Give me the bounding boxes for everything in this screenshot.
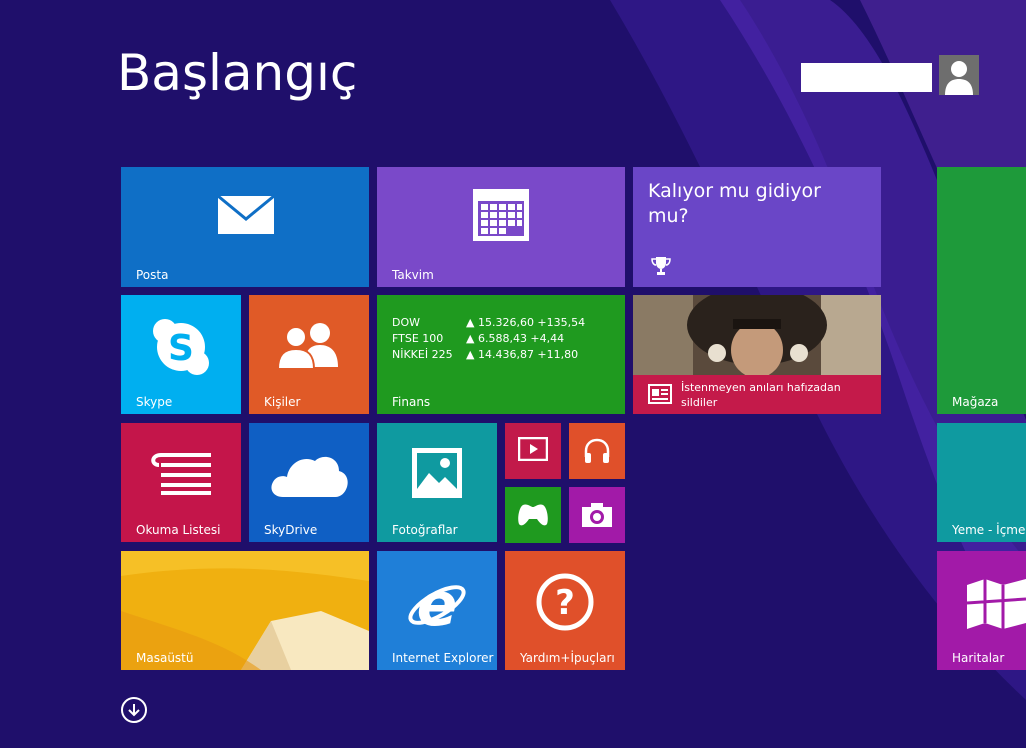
finance-index-value: ▲ 15.326,60 +135,54 [466, 316, 586, 329]
tile-mail[interactable]: Posta [121, 167, 369, 287]
ie-icon: e [408, 571, 466, 635]
tile-mail-label: Posta [136, 268, 169, 282]
calendar-icon [473, 189, 529, 241]
tile-food-label: Yeme - İçme [952, 523, 1026, 537]
finance-index-name: DOW [392, 316, 421, 329]
tile-help[interactable]: ? Yardım+İpuçları [505, 551, 625, 670]
tile-skydrive[interactable]: SkyDrive [249, 423, 369, 542]
tile-skype-label: Skype [136, 395, 173, 409]
svg-text:?: ? [555, 583, 575, 623]
user-avatar-icon [945, 61, 973, 95]
tile-maps-label: Haritalar [952, 651, 1005, 665]
tile-desktop-label: Masaüstü [136, 651, 194, 665]
skype-icon: S [153, 319, 209, 375]
finance-row: FTSE 100 ▲ 6.588,43 +4,44 [392, 331, 585, 347]
news-headline: İstenmeyen anıları hafızadan sildiler [681, 381, 841, 409]
all-apps-button[interactable] [121, 697, 147, 723]
photos-icon [412, 448, 462, 498]
news-photo [633, 295, 881, 375]
tile-camera[interactable] [569, 487, 625, 543]
finance-index-value: ▲ 14.436,87 +11,80 [466, 348, 579, 361]
finance-index-name: FTSE 100 [392, 332, 444, 345]
user-name[interactable] [801, 63, 932, 92]
tile-finance-label: Finans [392, 395, 431, 409]
svg-text:S: S [168, 328, 194, 369]
tile-ie[interactable]: e Internet Explorer [377, 551, 497, 670]
finance-table: DOW ▲ 15.326,60 +135,54 FTSE 100 ▲ 6.588… [392, 315, 585, 363]
tile-reading-list-label: Okuma Listesi [136, 523, 221, 537]
tile-store[interactable]: Mağaza [937, 167, 1026, 414]
page-title: Başlangıç [117, 44, 358, 102]
mail-icon [217, 195, 275, 234]
help-icon: ? [536, 573, 594, 631]
arrow-down-circle-icon [128, 704, 140, 717]
finance-row: NİKKEİ 225 ▲ 14.436,87 +11,80 [392, 347, 585, 363]
tile-people[interactable]: Kişiler [249, 295, 369, 414]
tile-ie-label: Internet Explorer [392, 651, 494, 665]
news-band: İstenmeyen anıları hafızadan sildiler [633, 375, 881, 414]
tile-finance[interactable]: DOW ▲ 15.326,60 +135,54 FTSE 100 ▲ 6.588… [377, 295, 625, 414]
sports-headline: Kalıyor mu gidiyor mu? [648, 180, 821, 227]
tile-people-label: Kişiler [264, 395, 301, 409]
tile-photos[interactable]: Fotoğraflar [377, 423, 497, 542]
finance-row: DOW ▲ 15.326,60 +135,54 [392, 315, 585, 331]
tile-sports[interactable]: Kalıyor mu gidiyor mu? [633, 167, 881, 287]
cloud-icon [271, 456, 348, 497]
tile-help-label: Yardım+İpuçları [520, 651, 615, 665]
reading-list-icon [151, 453, 211, 495]
headphones-icon [584, 438, 610, 463]
tile-desktop[interactable]: Masaüstü [121, 551, 369, 670]
tile-photos-label: Fotoğraflar [392, 523, 458, 537]
tile-skydrive-label: SkyDrive [264, 523, 318, 537]
people-icon [276, 323, 338, 369]
avatar[interactable] [939, 55, 979, 95]
tile-reading-list[interactable]: Okuma Listesi [121, 423, 241, 542]
tile-food[interactable]: Yeme - İçme [937, 423, 1026, 542]
tile-music[interactable] [569, 423, 625, 479]
news-icon [648, 384, 672, 404]
tile-store-label: Mağaza [952, 395, 999, 409]
gamepad-icon [518, 504, 548, 526]
tile-video[interactable] [505, 423, 561, 479]
maps-icon [967, 579, 1026, 629]
tile-calendar-label: Takvim [392, 268, 434, 282]
tile-games[interactable] [505, 487, 561, 543]
trophy-icon [651, 257, 671, 275]
finance-index-value: ▲ 6.588,43 +4,44 [466, 332, 565, 345]
camera-icon [582, 503, 612, 527]
tile-news[interactable]: İstenmeyen anıları hafızadan sildiler [633, 295, 881, 414]
tile-maps[interactable]: Haritalar [937, 551, 1026, 670]
tile-skype[interactable]: S Skype [121, 295, 241, 414]
tile-calendar[interactable]: Takvim [377, 167, 625, 287]
video-icon [518, 437, 548, 461]
finance-index-name: NİKKEİ 225 [392, 348, 453, 361]
